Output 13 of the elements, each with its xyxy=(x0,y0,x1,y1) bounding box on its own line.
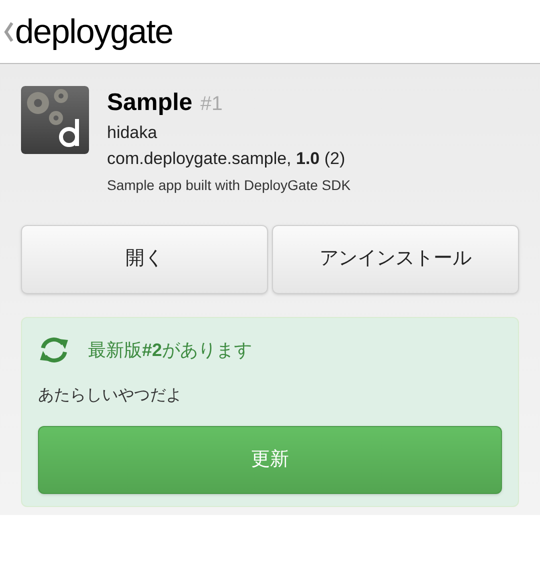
action-button[interactable]: アンインストール xyxy=(272,225,519,294)
app-name: Sample xyxy=(107,88,192,118)
build-number: #1 xyxy=(200,92,223,117)
app-icon xyxy=(21,86,89,154)
refresh-icon xyxy=(38,336,70,364)
update-title: 最新版#2があります xyxy=(88,338,252,362)
package-name: com.deploygate.sample, 1.0 (2) xyxy=(107,148,346,170)
action-button[interactable]: 開く xyxy=(21,225,268,294)
app-description: Sample app built with DeployGate SDK xyxy=(107,176,351,195)
owner-name: hidaka xyxy=(107,122,158,144)
update-message: あたらしいやつだよ xyxy=(38,386,183,406)
logo: deploygate xyxy=(15,14,173,48)
back-icon[interactable] xyxy=(4,20,14,42)
